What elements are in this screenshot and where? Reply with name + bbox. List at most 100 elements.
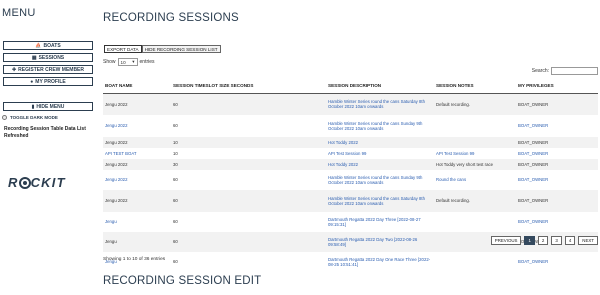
cell-boat: Jengu 2022 [103, 137, 171, 148]
header-timeslot-size[interactable]: SESSION TIMESLOT SIZE SECONDS [171, 79, 326, 94]
cell-size: 60 [171, 115, 326, 137]
my-profile-button[interactable]: ● MY PROFILE [3, 77, 93, 86]
pagination: PREVIOUS 1 2 3 4 NEXT [490, 236, 598, 245]
sessions-button-label: SESSIONS [38, 54, 65, 61]
my-profile-button-label: MY PROFILE [35, 78, 66, 85]
edit-section-title: RECORDING SESSION EDIT [103, 275, 262, 287]
rockit-logo: R CKIT [8, 175, 66, 190]
cell-notes [434, 137, 516, 148]
table-row[interactable]: Jengu 2022 60 Hamble Winter Series round… [103, 190, 598, 212]
page-1-button[interactable]: 1 [524, 236, 535, 245]
cell-privileges[interactable]: BOAT_OWNER [516, 148, 598, 159]
cell-privileges[interactable]: BOAT_OWNER [516, 212, 598, 232]
entries-select[interactable]: 10 ▾ [117, 58, 138, 66]
cell-notes[interactable]: API Test Session 99 [434, 148, 516, 159]
page-4-button[interactable]: 4 [564, 236, 576, 245]
cell-description[interactable]: API Test Session 99 [326, 148, 434, 159]
cell-description[interactable]: Hamble Winter Series round the cans Satu… [326, 93, 434, 115]
cell-notes: Default recording. [434, 93, 516, 115]
table-row[interactable]: Jengu 60 Dartmouth Regatta 2022 Day Thre… [103, 212, 598, 232]
show-entries: Show 10 ▾ entries [103, 58, 155, 66]
cell-notes[interactable]: Round the cans [434, 170, 516, 190]
show-prefix: Show [103, 59, 116, 65]
show-suffix: entries [139, 59, 155, 65]
status-message: Recording Session Table Data List Refres… [4, 126, 86, 139]
cell-size: 60 [171, 252, 326, 272]
boats-button[interactable]: ⛵ BOATS [3, 41, 93, 50]
table-header-row: BOAT NAME SESSION TIMESLOT SIZE SECONDS … [103, 79, 598, 94]
cell-notes [434, 252, 516, 272]
register-crew-member-label: REGISTER CREW MEMBER [18, 66, 85, 73]
cell-boat[interactable]: Jengu 2022 [103, 115, 171, 137]
cell-notes [434, 212, 516, 232]
header-session-description[interactable]: SESSION DESCRIPTION [326, 79, 434, 94]
cell-size: 60 [171, 212, 326, 232]
hide-menu-label: HIDE MENU [36, 103, 65, 110]
cell-boat[interactable]: Jengu 2022 [103, 170, 171, 190]
table-row[interactable]: Jengu 2022 10 Hot Toddy 2022 BOAT_OWNER [103, 137, 598, 148]
cell-description[interactable]: Hot Toddy 2022 [326, 137, 434, 148]
page-3-button[interactable]: 3 [551, 236, 562, 245]
cell-boat[interactable]: Jengu [103, 212, 171, 232]
search-area: Search: [532, 67, 598, 75]
table-row[interactable]: Jengu 2022 60 Hamble Winter Series round… [103, 170, 598, 190]
export-data-button[interactable]: EXPORT DATA [104, 45, 142, 53]
hide-menu-button[interactable]: ▮ HIDE MENU [3, 102, 93, 111]
sidebar: MENU ⛵ BOATS ▦ SESSIONS ✚ REGISTER CREW … [0, 0, 97, 295]
cell-privileges[interactable]: BOAT_OWNER [516, 252, 598, 272]
add-user-icon: ✚ [11, 66, 17, 73]
calendar-icon: ▦ [31, 54, 37, 61]
search-input[interactable] [551, 67, 598, 75]
cell-notes [434, 115, 516, 137]
next-page-button[interactable]: NEXT [578, 236, 598, 245]
cell-privileges: BOAT_OWNER [516, 159, 598, 170]
cell-description[interactable]: Dartmouth Regatta 2022 Day One Race Thre… [326, 252, 434, 272]
register-crew-member-button[interactable]: ✚ REGISTER CREW MEMBER [3, 65, 93, 74]
toggle-dark-mode-label: TOGGLE DARK MODE [10, 115, 58, 120]
hide-session-list-button[interactable]: HIDE RECORDING SESSION LIST [141, 45, 221, 53]
logo-o-icon [18, 177, 31, 189]
cell-description[interactable]: Hot Toddy 2022 [326, 159, 434, 170]
cell-description[interactable]: Hamble Winter Series round the cans Sund… [326, 170, 434, 190]
cell-boat[interactable]: API TEST BOAT [103, 148, 171, 159]
table-row[interactable]: Jengu 60 Dartmouth Regatta 2022 Day One … [103, 252, 598, 272]
cell-privileges: BOAT_OWNER [516, 93, 598, 115]
header-boat-name[interactable]: BOAT NAME [103, 79, 171, 94]
cell-size: 60 [171, 232, 326, 252]
cell-size: 10 [171, 137, 326, 148]
sessions-button[interactable]: ▦ SESSIONS [3, 53, 93, 62]
cell-description[interactable]: Dartmouth Regatta 2022 Day Three [2022-0… [326, 212, 434, 232]
cell-boat[interactable]: Jengu [103, 252, 171, 272]
cell-privileges[interactable]: BOAT_OWNER [516, 170, 598, 190]
cell-notes: Hot Toddy very short test race [434, 159, 516, 170]
cell-privileges[interactable]: BOAT_OWNER [516, 115, 598, 137]
page-2-button[interactable]: 2 [537, 236, 549, 245]
table-row[interactable]: Jengu 2022 60 Hamble Winter Series round… [103, 115, 598, 137]
header-session-notes[interactable]: SESSION NOTES [434, 79, 516, 94]
logo-text-pre: R [8, 175, 19, 190]
page-title: RECORDING SESSIONS [103, 12, 239, 24]
cell-description[interactable]: Hamble Winter Series round the cans Sund… [326, 115, 434, 137]
cell-size: 10 [171, 148, 326, 159]
previous-page-button[interactable]: PREVIOUS [490, 236, 522, 245]
table-row[interactable]: API TEST BOAT 10 API Test Session 99 API… [103, 148, 598, 159]
cell-notes: Default recording. [434, 190, 516, 212]
ship-icon: ⛵ [35, 42, 42, 49]
cell-size: 30 [171, 159, 326, 170]
header-my-privileges[interactable]: MY PRIVILEGES [516, 79, 598, 94]
table-row[interactable]: Jengu 2022 60 Hamble Winter Series round… [103, 93, 598, 115]
cell-boat: Jengu 2022 [103, 190, 171, 212]
user-icon: ● [30, 78, 34, 85]
cell-boat: Jengu 2022 [103, 93, 171, 115]
menu-title: MENU [2, 7, 36, 19]
toolbar: EXPORT DATA HIDE RECORDING SESSION LIST [104, 45, 221, 53]
entries-select-value: 10 [120, 59, 126, 65]
cell-description[interactable]: Hamble Winter Series round the cans Satu… [326, 190, 434, 212]
cell-size: 60 [171, 93, 326, 115]
cell-size: 60 [171, 190, 326, 212]
toggle-radio-icon[interactable] [2, 115, 7, 120]
cell-privileges: BOAT_OWNER [516, 137, 598, 148]
table-row[interactable]: Jengu 2022 30 Hot Toddy 2022 Hot Toddy v… [103, 159, 598, 170]
toggle-dark-mode[interactable]: TOGGLE DARK MODE [2, 115, 58, 120]
cell-description[interactable]: Dartmouth Regatta 2022 Day Two [2022-08-… [326, 232, 434, 252]
